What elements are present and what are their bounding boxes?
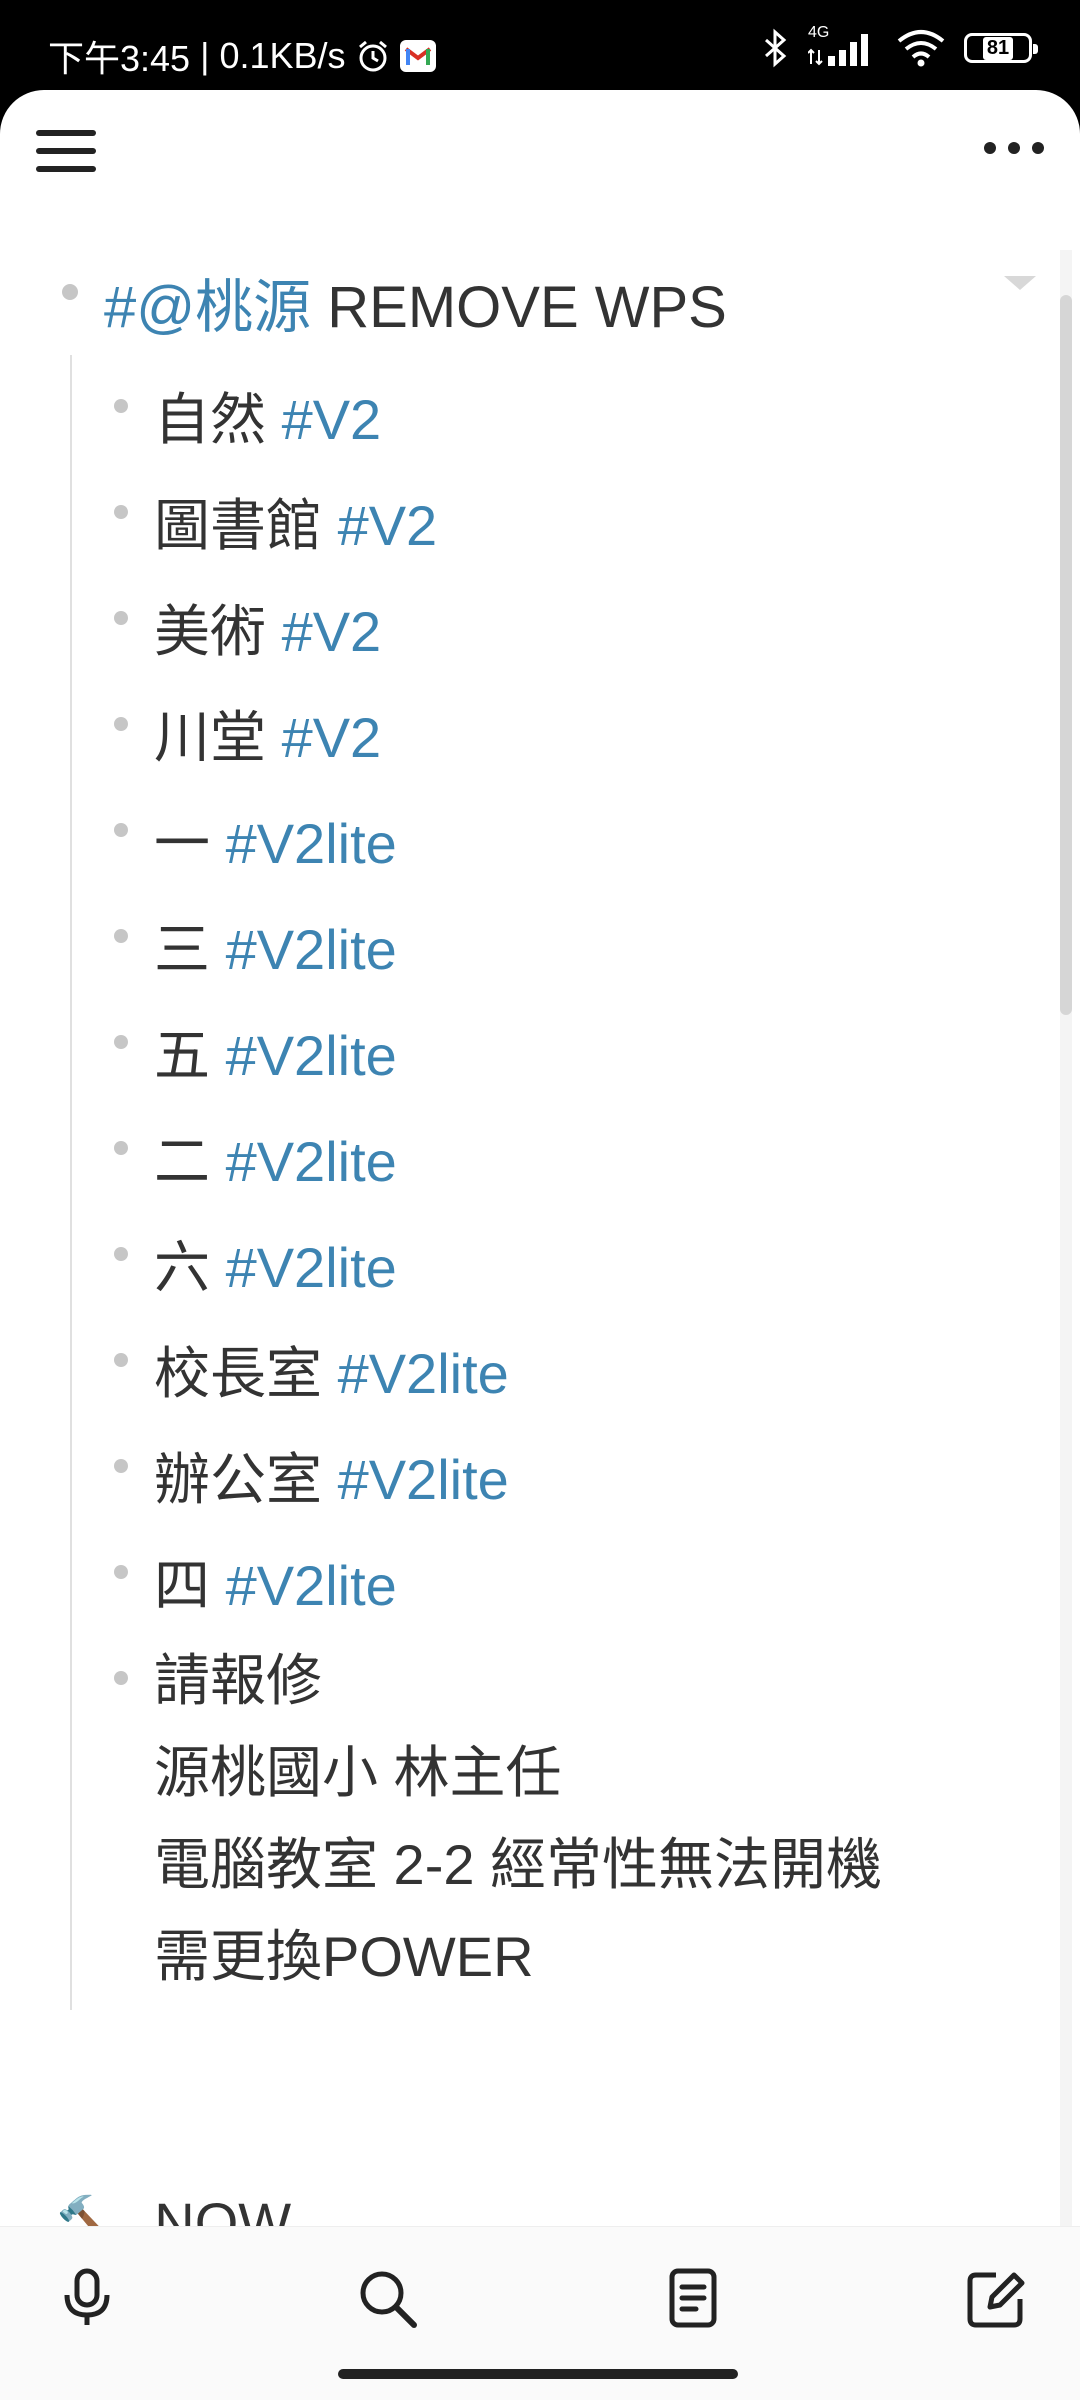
note-line: 需更換POWER [154,1925,534,1988]
search-icon[interactable] [352,2263,422,2333]
home-indicator[interactable] [338,2369,738,2379]
microphone-icon[interactable] [52,2263,122,2333]
note-line: 電腦教室 2-2 經常性無法開機 [154,1833,883,1896]
document-icon[interactable] [658,2263,728,2333]
item-text: 二 [154,1130,210,1193]
item-text: 五 [154,1024,210,1087]
app-window: #@桃源 REMOVE WPS 自然 #V2 圖書館 #V2 美術 #V2 川堂… [0,90,1080,2400]
item-text: 六 [154,1236,210,1299]
more-horizontal-icon[interactable] [984,142,1044,154]
status-bar: 下午3:45 | 0.1KB/s 4G 81 [0,0,1080,100]
battery-icon: 81 [964,33,1038,63]
tag-link[interactable]: #V2 [338,494,438,557]
tag-link[interactable]: #V2lite [226,918,397,981]
alarm-icon [358,40,387,72]
tag-link[interactable]: #V2lite [226,1130,397,1193]
wifi-icon [897,30,945,67]
item-text: 川堂 [154,706,266,769]
bullet-dot[interactable] [114,1565,128,1579]
item-text: 自然 [154,388,266,451]
item-text: 圖書館 [154,494,322,557]
bullet-dot[interactable] [114,611,128,625]
bullet-dot[interactable] [114,1247,128,1261]
bullet-dot[interactable] [114,1671,128,1685]
tag-link[interactable]: #V2lite [226,1236,397,1299]
tag-link[interactable]: #V2 [282,388,382,451]
tag-link[interactable]: #V2lite [226,1554,397,1617]
item-text: 美術 [154,600,266,663]
outline-parent-item[interactable]: #@桃源 REMOVE WPS [104,260,727,344]
network-type: 4G [808,24,830,41]
top-bar [0,90,1080,220]
hamburger-icon[interactable] [36,130,96,180]
bullet-dot[interactable] [114,399,128,413]
collapse-caret-icon[interactable] [1004,276,1036,290]
tag-link[interactable]: #V2lite [226,1024,397,1087]
status-time: 下午3:45 [48,38,191,79]
item-text: 三 [154,918,210,981]
bullet-dot[interactable] [114,1353,128,1367]
bullet-dot[interactable] [114,823,128,837]
item-text: 四 [154,1554,210,1617]
note-line: 請報修 [154,1649,322,1712]
battery-level: 81 [982,36,1014,60]
tag-link[interactable]: #V2 [282,600,382,663]
bullet-dot[interactable] [62,284,78,300]
bullet-dot[interactable] [114,1141,128,1155]
tag-link[interactable]: #V2 [282,706,382,769]
cellular-signal-icon: 4G [807,24,878,68]
tag-link[interactable]: #@桃源 [104,275,311,340]
tag-link[interactable]: #V2lite [338,1342,509,1405]
edit-icon[interactable] [962,2263,1032,2333]
item-text: 一 [154,812,210,875]
bullet-dot[interactable] [114,929,128,943]
bullet-dot[interactable] [114,1459,128,1473]
tag-link[interactable]: #V2lite [338,1448,509,1511]
item-text: 校長室 [154,1342,322,1405]
tag-link[interactable]: #V2lite [226,812,397,875]
bullet-dot[interactable] [114,717,128,731]
bluetooth-icon [765,28,787,68]
status-separator: | [200,35,210,76]
gmail-icon [399,40,436,72]
item-text: REMOVE WPS [327,275,727,340]
item-text: 辦公室 [154,1448,322,1511]
indent-guide [70,355,72,2010]
status-net-speed: 0.1KB/s [219,35,346,76]
bullet-dot[interactable] [114,1035,128,1049]
bullet-dot[interactable] [114,505,128,519]
scrollbar-thumb[interactable] [1060,295,1072,1015]
note-line: 源桃國小 林主任 [154,1741,562,1804]
